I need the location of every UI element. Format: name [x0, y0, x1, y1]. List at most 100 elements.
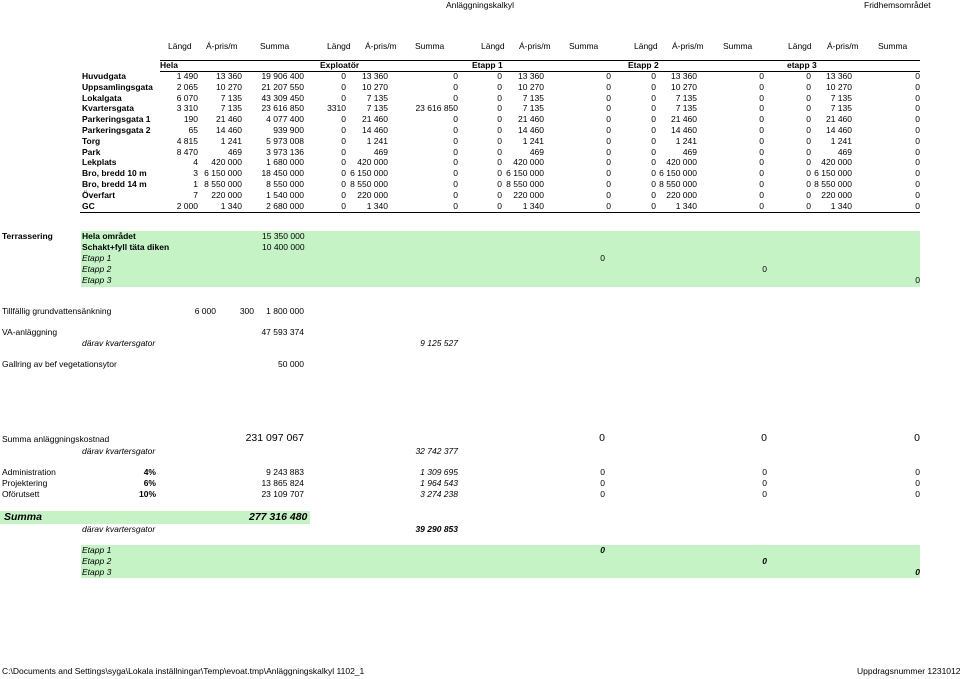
table-cell: 1 540 000	[266, 189, 304, 200]
table-cell: 0	[806, 135, 811, 146]
table-cell: 420 000	[211, 157, 242, 168]
table-cell: 0	[453, 125, 458, 135]
table-cell: 21 460	[671, 114, 697, 125]
table-cell: 420 000	[513, 157, 544, 168]
table-cell: 10 270	[216, 81, 242, 92]
table-cell: 13 360	[826, 71, 852, 81]
grundvatten-langd: 6 000	[194, 306, 216, 316]
table-cell: 0	[651, 135, 656, 146]
projekt-pct: 6%	[143, 478, 156, 488]
table-cell: 0	[759, 71, 764, 81]
table-cell: 1 241	[220, 135, 242, 146]
final-etapp2-value: 0	[762, 556, 767, 566]
col-header: Summa	[260, 41, 290, 51]
table-cell: 939 900	[273, 125, 304, 135]
table-cell: 0	[915, 125, 920, 135]
table-cell: 7 135	[675, 103, 697, 114]
table-cell: 5 973 008	[266, 135, 304, 146]
table-cell: 19 906 400	[261, 71, 304, 81]
table-cell: 0	[341, 157, 346, 168]
table-cell: 0	[453, 179, 458, 189]
table-cell: 0	[915, 81, 920, 92]
table-cell: 6 150 000	[659, 168, 697, 179]
table-cell: 4	[193, 157, 198, 168]
oforutsett-e1: 0	[600, 489, 605, 499]
row-name: Torg	[82, 135, 101, 146]
grundvatten-label: Tillfällig grundvattensänkning	[2, 306, 112, 316]
table-cell: 6 070	[176, 92, 198, 103]
table-cell: 0	[651, 125, 656, 135]
project-name: Fridhemsområdet	[864, 0, 931, 10]
table-cell: 0	[453, 200, 458, 211]
table-cell: 0	[915, 157, 920, 168]
admin-value: 9 243 883	[266, 467, 304, 477]
admin-label: Administration	[2, 467, 56, 477]
table-cell: 13 360	[216, 71, 242, 81]
table-cell: 0	[341, 168, 346, 179]
projekt-expl: 1 964 543	[420, 478, 458, 488]
oforutsett-label: Oförutsett	[2, 489, 40, 499]
etapp1-value: 0	[600, 253, 605, 263]
summa-label: Summa	[4, 511, 42, 523]
table-cell: 0	[806, 92, 811, 103]
col-header: Längd	[481, 41, 505, 51]
table-cell: 4 815	[176, 135, 198, 146]
table-cell: 0	[806, 103, 811, 114]
table-cell: 14 460	[826, 125, 852, 135]
table-cell: 8 550 000	[266, 179, 304, 189]
table-cell: 7 135	[522, 103, 544, 114]
table-cell: 0	[497, 189, 502, 200]
table-cell: 14 460	[216, 125, 242, 135]
table-cell: 14 460	[362, 125, 388, 135]
table-cell: 23 616 850	[415, 103, 458, 114]
row-name: Parkeringsgata 2	[82, 125, 151, 135]
admin-e1: 0	[600, 467, 605, 477]
table-cell: 0	[806, 81, 811, 92]
table-cell: 1 241	[366, 135, 388, 146]
table-cell: 0	[606, 179, 611, 189]
table-cell: 0	[497, 71, 502, 81]
table-cell: 1	[193, 179, 198, 189]
table-cell: 43 309 450	[261, 92, 304, 103]
hela-omradet-label: Hela området	[82, 231, 136, 241]
summa-anl-value: 231 097 067	[245, 432, 304, 444]
table-cell: 0	[915, 200, 920, 211]
summa-anl-label: Summa anläggningskostnad	[2, 434, 110, 444]
table-cell: 0	[341, 81, 346, 92]
table-cell: 2 000	[176, 200, 198, 211]
table-cell: 420 000	[821, 157, 852, 168]
table-cell: 0	[915, 179, 920, 189]
table-cell: 14 460	[518, 125, 544, 135]
table-cell: 21 460	[362, 114, 388, 125]
table-cell: 0	[341, 146, 346, 157]
hela-omradet-value: 15 350 000	[262, 231, 305, 241]
group-header: Hela	[160, 60, 178, 70]
table-cell: 0	[759, 157, 764, 168]
group-header: etapp 3	[787, 60, 817, 70]
gallring-value: 50 000	[278, 359, 304, 369]
row-name: Bro, bredd 10 m	[82, 168, 147, 179]
summa-anl-sub-value: 32 742 377	[415, 446, 458, 456]
table-cell: 3 310	[176, 103, 198, 114]
table-cell: 0	[497, 135, 502, 146]
table-cell: 0	[806, 200, 811, 211]
table-cell: 0	[759, 114, 764, 125]
table-cell: 0	[915, 71, 920, 81]
table-cell: 0	[606, 189, 611, 200]
summa-anl-e1: 0	[599, 432, 605, 444]
table-cell: 3	[193, 168, 198, 179]
table-cell: 0	[606, 146, 611, 157]
table-cell: 2 680 000	[266, 200, 304, 211]
table-cell: 0	[915, 92, 920, 103]
col-header: Längd	[788, 41, 812, 51]
oforutsett-e2: 0	[762, 489, 767, 499]
table-cell: 0	[759, 125, 764, 135]
group-header: Etapp 2	[628, 60, 659, 70]
table-cell: 0	[651, 168, 656, 179]
table-cell: 7 135	[675, 92, 697, 103]
table-cell: 0	[453, 157, 458, 168]
final-etapp3-label: Etapp 3	[82, 567, 112, 577]
table-cell: 23 616 850	[261, 103, 304, 114]
table-cell: 0	[497, 179, 502, 189]
col-header: Á-pris/m	[519, 41, 551, 51]
